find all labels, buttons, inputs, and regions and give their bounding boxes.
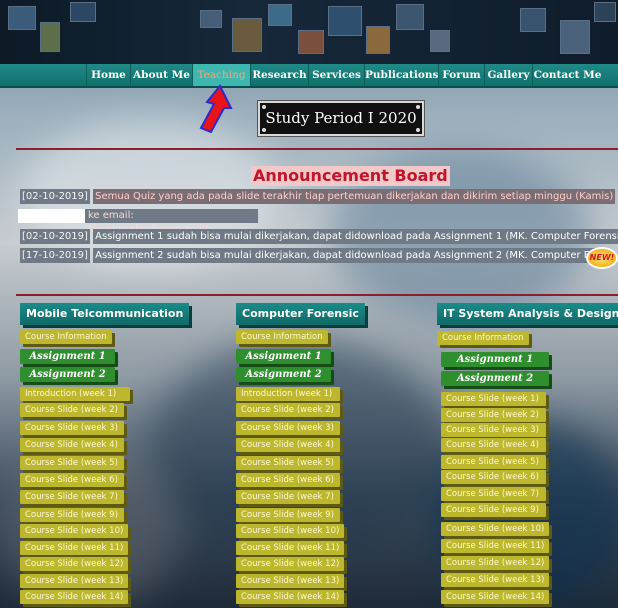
nav-research[interactable]: Research (250, 64, 308, 86)
course-material-button[interactable]: Course Slide (week 13) (441, 573, 549, 587)
assignment-button[interactable]: Assignment 1 (236, 349, 331, 364)
course-material-button[interactable]: Course Slide (week 11) (236, 541, 344, 555)
course-material-button[interactable]: Course Slide (week 6) (20, 473, 124, 487)
course-material-button[interactable]: Course Slide (week 10) (20, 524, 128, 538)
corner-dot (416, 105, 420, 109)
course-material-button[interactable]: Course Slide (week 1) (441, 392, 546, 406)
announcement-item: [02-10-2019] Semua Quiz yang ada pada sl… (20, 189, 616, 204)
corner-dot (416, 128, 420, 132)
course-material-button[interactable]: Course Slide (week 14) (236, 590, 344, 604)
course-material-button[interactable]: Course Slide (week 7) (236, 490, 340, 504)
arrow-icon (199, 84, 233, 134)
course-material-button[interactable]: Course Slide (week 7) (441, 487, 546, 501)
course-material-button[interactable]: Course Slide (week 11) (441, 539, 549, 553)
divider (16, 294, 618, 296)
main-navigation: Home About Me Teaching Research Services… (0, 64, 618, 88)
course-material-button[interactable]: Course Slide (week 9) (20, 508, 124, 522)
assignment-button[interactable]: Assignment 2 (236, 367, 331, 382)
course-material-button[interactable]: Introduction (week 1) (236, 387, 340, 401)
course-material-button[interactable]: Course Slide (week 9) (236, 508, 340, 522)
announcement-item: [02-10-2019] Assignment 1 sudah bisa mul… (20, 229, 618, 244)
announcement-board-title: Announcement Board (251, 166, 450, 186)
assignment-button[interactable]: Assignment 1 (441, 352, 549, 367)
course-material-button[interactable]: Course Information (236, 330, 328, 344)
course-material-button[interactable]: Course Slide (week 14) (20, 590, 128, 604)
nav-contact-me[interactable]: Contact Me (532, 64, 602, 86)
course-material-button[interactable]: Course Slide (week 13) (20, 574, 128, 588)
course-material-button[interactable]: Course Slide (week 2) (441, 408, 546, 422)
course-material-button[interactable]: Course Slide (week 3) (20, 421, 124, 435)
announcement-text[interactable]: Assignment 1 sudah bisa mulai dikerjakan… (93, 229, 618, 244)
course-material-button[interactable]: Course Slide (week 4) (441, 438, 546, 452)
course-column-header: IT System Analysis & Design (437, 303, 618, 325)
course-material-button[interactable]: Course Slide (week 10) (236, 524, 344, 538)
course-material-button[interactable]: Course Slide (week 12) (20, 557, 128, 571)
assignment-button[interactable]: Assignment 1 (20, 349, 115, 364)
course-material-button[interactable]: Course Slide (week 2) (236, 403, 340, 417)
course-material-button[interactable]: Course Slide (week 2) (20, 403, 124, 417)
announcement-email[interactable]: ke email: faisal.syafar@unm.ac.id. (85, 209, 258, 235)
divider (16, 148, 618, 150)
corner-dot (262, 128, 266, 132)
course-material-button[interactable]: Course Information (20, 330, 112, 344)
nav-services[interactable]: Services (308, 64, 364, 86)
announcement-date: [17-10-2019] (20, 248, 90, 263)
course-material-button[interactable]: Course Slide (week 3) (236, 421, 340, 435)
announcement-continuation: ke email: faisal.syafar@unm.ac.id. (18, 209, 258, 235)
course-material-button[interactable]: Course Slide (week 14) (441, 590, 549, 604)
course-material-button[interactable]: Course Slide (week 3) (441, 423, 546, 437)
course-material-button[interactable]: Course Slide (week 5) (20, 456, 124, 470)
course-material-button[interactable]: Course Slide (week 13) (236, 574, 344, 588)
nav-gallery[interactable]: Gallery (484, 64, 532, 86)
course-material-button[interactable]: Course Slide (week 11) (20, 541, 128, 555)
course-material-button[interactable]: Course Slide (week 6) (236, 473, 340, 487)
course-material-button[interactable]: Course Slide (week 4) (236, 438, 340, 452)
new-badge: NEW! (586, 247, 618, 269)
course-column-header: Mobile Telcommunication (20, 303, 190, 325)
header-banner (0, 0, 618, 64)
course-material-button[interactable]: Course Slide (week 12) (441, 556, 549, 570)
course-material-button[interactable]: Course Slide (week 7) (20, 490, 124, 504)
assignment-button[interactable]: Assignment 2 (20, 367, 115, 382)
nav-publications[interactable]: Publications (364, 64, 438, 86)
course-column-header: Computer Forensic (236, 303, 365, 325)
course-material-button[interactable]: Course Information (437, 331, 529, 345)
nav-teaching[interactable]: Teaching (192, 64, 250, 86)
course-material-button[interactable]: Course Slide (week 9) (441, 503, 546, 517)
announcement-text[interactable]: Assignment 2 sudah bisa mulai dikerjakan… (93, 248, 608, 263)
announcement-text: Semua Quiz yang ada pada slide terakhir … (93, 189, 616, 204)
corner-dot (262, 105, 266, 109)
nav-about-me[interactable]: About Me (130, 64, 192, 86)
course-material-button[interactable]: Course Slide (week 6) (441, 470, 546, 484)
study-period-title: Study Period I 2020 (257, 100, 425, 137)
announcement-date: [02-10-2019] (20, 189, 90, 204)
announcement-item: [17-10-2019] Assignment 2 sudah bisa mul… (20, 248, 608, 263)
announcement-date: [02-10-2019] (20, 229, 90, 244)
course-material-button[interactable]: Course Slide (week 4) (20, 438, 124, 452)
course-material-button[interactable]: Introduction (week 1) (20, 387, 130, 401)
assignment-button[interactable]: Assignment 2 (441, 371, 549, 386)
course-material-button[interactable]: Course Slide (week 5) (236, 456, 340, 470)
nav-home[interactable]: Home (86, 64, 130, 86)
nav-forum[interactable]: Forum (438, 64, 484, 86)
course-material-button[interactable]: Course Slide (week 5) (441, 455, 546, 469)
course-material-button[interactable]: Course Slide (week 10) (441, 522, 549, 536)
course-material-button[interactable]: Course Slide (week 12) (236, 557, 344, 571)
